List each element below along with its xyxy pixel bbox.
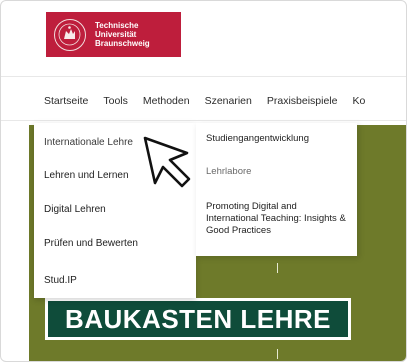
submenu-item-promoting-digital-teaching[interactable]: Promoting Digital and International Teac… [206,201,346,237]
nav-item-startseite[interactable]: Startseite [44,95,88,109]
submenu-item-lehrlabore[interactable]: Lehrlabore [206,166,251,178]
nav-item-truncated[interactable]: Ko [352,95,365,109]
menu-item-internationale-lehre[interactable]: Internationale Lehre [44,137,133,148]
hero-divider-tick [277,349,278,359]
arrow-cursor-icon [141,135,193,194]
nav-item-methoden[interactable]: Methoden [143,95,190,109]
menu-item-lehren-und-lernen[interactable]: Lehren und Lernen [44,170,129,181]
header-divider [1,76,406,77]
browser-viewport: Technische Universität Braunschweig Star… [0,0,407,362]
submenu-item-studiengangentwicklung[interactable]: Studiengangentwicklung [206,133,309,145]
hero-divider-tick [277,263,278,273]
nav-divider [1,120,406,121]
nav-item-praxisbeispiele[interactable]: Praxisbeispiele [267,95,338,109]
nav-item-szenarien[interactable]: Szenarien [205,95,252,109]
nav-item-tools[interactable]: Tools [103,95,128,109]
logo-line-2: Universität [95,30,137,39]
submenu-internationale-lehre: Studiengangentwicklung Lehrlabore Promot… [196,123,357,256]
menu-item-digital-lehren[interactable]: Digital Lehren [44,204,106,215]
tu-braunschweig-logo[interactable]: Technische Universität Braunschweig [46,12,181,57]
logo-line-3: Braunschweig [95,39,150,48]
university-seal-icon [54,18,86,51]
logo-line-1: Technische [95,21,139,30]
menu-item-stud-ip[interactable]: Stud.IP [44,275,77,286]
menu-item-pruefen-und-bewerten[interactable]: Prüfen und Bewerten [44,238,138,249]
main-navigation: Startseite Tools Methoden Szenarien Prax… [44,95,380,109]
hero-banner-title: BAUKASTEN LEHRE [45,298,351,340]
